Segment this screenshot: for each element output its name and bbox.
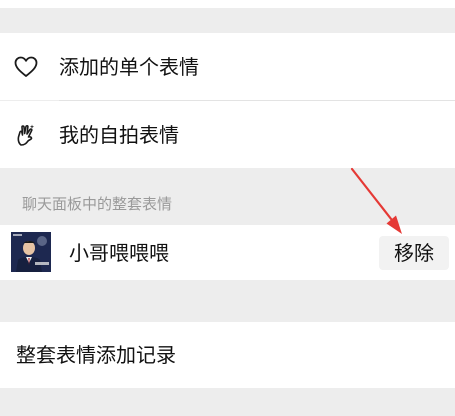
sticker-pack-thumbnail [11,232,51,272]
heart-outline-icon [13,54,39,80]
selfie-hand-icon [13,122,39,148]
my-selfie-stickers-row[interactable]: 我的自拍表情 [0,101,455,168]
sticker-pack-row: 小哥喂喂喂 移除 [0,225,455,280]
added-single-stickers-label: 添加的单个表情 [59,54,199,79]
sticker-pack-history-label: 整套表情添加记录 [16,343,176,367]
top-partial-row [0,0,455,8]
sticker-pack-history-row[interactable]: 整套表情添加记录 [0,322,455,388]
remove-button[interactable]: 移除 [379,235,449,270]
my-selfie-stickers-label: 我的自拍表情 [59,122,179,147]
section-header: 聊天面板中的整套表情 [22,195,173,213]
added-single-stickers-row[interactable]: 添加的单个表情 [0,33,455,100]
sticker-pack-name: 小哥喂喂喂 [69,240,169,265]
